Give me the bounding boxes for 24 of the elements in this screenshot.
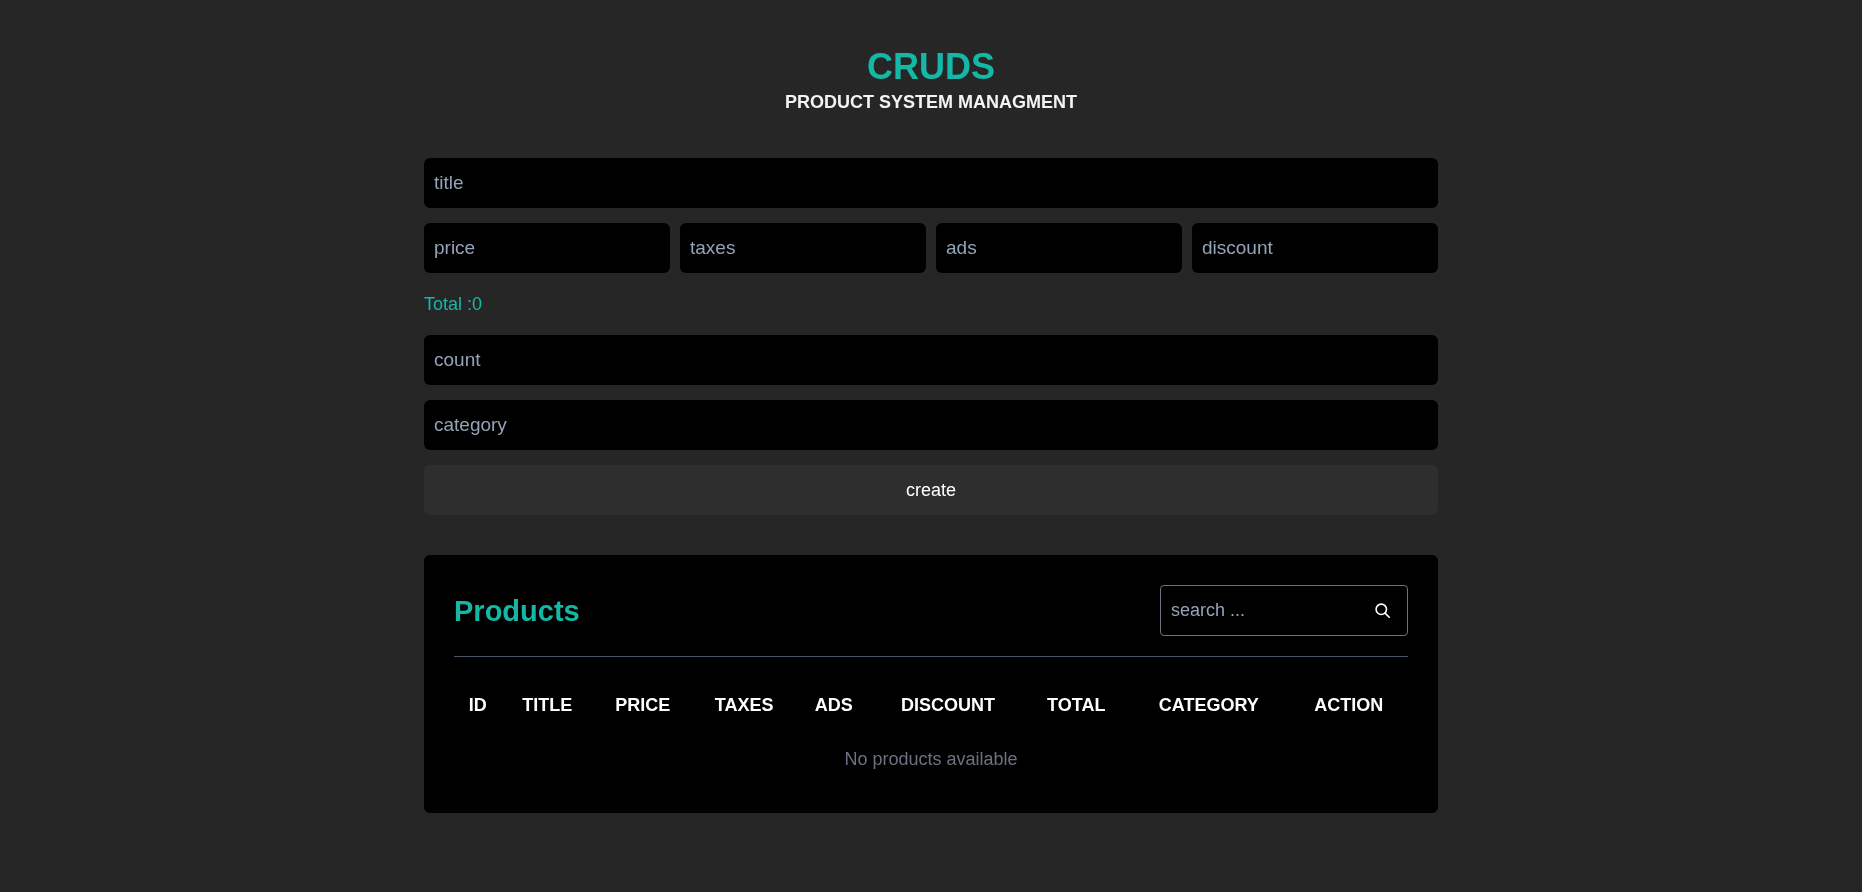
products-heading: Products: [454, 593, 580, 629]
app-subtitle: PRODUCT SYSTEM MANAGMENT: [785, 91, 1077, 113]
total-label: Total :0: [424, 293, 483, 316]
title-input[interactable]: title: [424, 158, 1438, 208]
column-header: ACTION: [1314, 695, 1384, 715]
column-header: DISCOUNT: [900, 695, 995, 715]
search-field[interactable]: search ...: [1160, 585, 1408, 636]
column-header: TOTAL: [1047, 695, 1106, 715]
column-header: ADS: [814, 695, 853, 715]
column-header: TAXES: [714, 695, 774, 715]
column-header: PRICE: [615, 695, 671, 715]
column-header: CATEGORY: [1158, 695, 1259, 715]
search-icon: [1375, 603, 1390, 618]
cost-input[interactable]: discount: [1192, 223, 1438, 273]
category-input[interactable]: category: [424, 400, 1438, 450]
empty-message: No products available: [844, 749, 1018, 769]
column-header: TITLE: [522, 695, 573, 715]
app-title: CRUDS: [867, 47, 995, 87]
cost-input[interactable]: taxes: [680, 223, 926, 273]
count-input[interactable]: count: [424, 335, 1438, 385]
cost-input[interactable]: ads: [936, 223, 1182, 273]
cost-input[interactable]: price: [424, 223, 670, 273]
create-button[interactable]: create: [424, 465, 1438, 515]
column-header: ID: [468, 695, 487, 715]
